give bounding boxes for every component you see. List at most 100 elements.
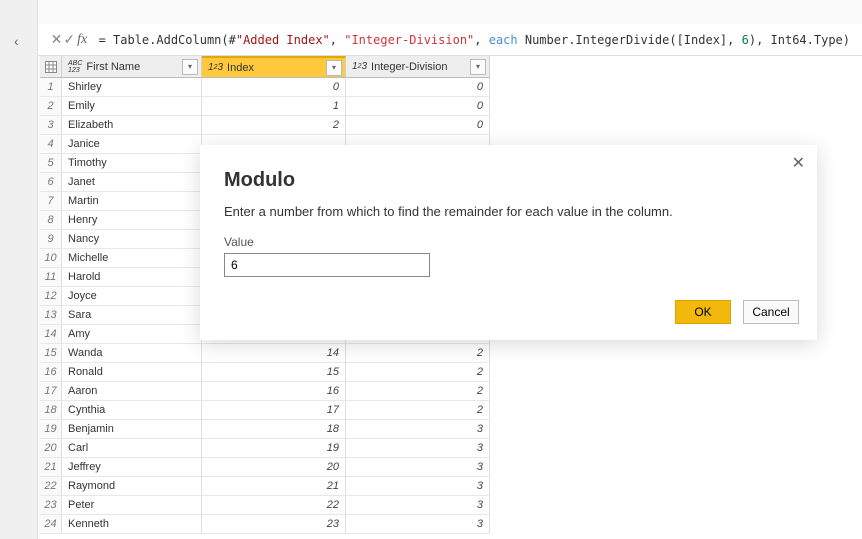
row-number: 22: [40, 477, 62, 496]
cell-first-name[interactable]: Benjamin: [62, 420, 202, 439]
value-label: Value: [224, 235, 793, 249]
cell-intdiv[interactable]: 3: [346, 477, 490, 496]
cell-first-name[interactable]: Kenneth: [62, 515, 202, 534]
cell-first-name[interactable]: Cynthia: [62, 401, 202, 420]
cell-first-name[interactable]: Amy: [62, 325, 202, 344]
cell-first-name[interactable]: Elizabeth: [62, 116, 202, 135]
formula-accept-icon[interactable]: ✓: [63, 31, 76, 48]
table-row[interactable]: 24Kenneth233: [40, 515, 862, 534]
header-index-label: Index: [227, 62, 326, 74]
cancel-button[interactable]: Cancel: [743, 300, 799, 324]
table-row[interactable]: 19Benjamin183: [40, 420, 862, 439]
cell-first-name[interactable]: Nancy: [62, 230, 202, 249]
cell-first-name[interactable]: Aaron: [62, 382, 202, 401]
row-number: 8: [40, 211, 62, 230]
formula-text[interactable]: = Table.AddColumn(#"Added Index", "Integ…: [89, 33, 850, 47]
cell-first-name[interactable]: Wanda: [62, 344, 202, 363]
cell-first-name[interactable]: Janet: [62, 173, 202, 192]
cell-first-name[interactable]: Sara: [62, 306, 202, 325]
cell-first-name[interactable]: Henry: [62, 211, 202, 230]
cell-first-name[interactable]: Joyce: [62, 287, 202, 306]
cell-intdiv[interactable]: 0: [346, 97, 490, 116]
back-chevron-icon[interactable]: ‹: [14, 33, 19, 49]
row-number: 11: [40, 268, 62, 287]
header-intdiv-dropdown[interactable]: ▾: [470, 59, 486, 75]
cell-index[interactable]: 23: [202, 515, 346, 534]
cell-index[interactable]: 15: [202, 363, 346, 382]
cell-first-name[interactable]: Timothy: [62, 154, 202, 173]
cell-first-name[interactable]: Jeffrey: [62, 458, 202, 477]
formula-eq: =: [99, 33, 113, 47]
table-icon-cell[interactable]: [40, 56, 62, 78]
fx-icon[interactable]: fx: [76, 32, 89, 48]
cell-index[interactable]: 21: [202, 477, 346, 496]
header-row: ABC123 First Name ▾ 123 Index ▾ 123 Inte…: [40, 56, 862, 78]
cell-index[interactable]: 20: [202, 458, 346, 477]
table-row[interactable]: 17Aaron162: [40, 382, 862, 401]
cell-index[interactable]: 14: [202, 344, 346, 363]
formula-bar: ✕ ✓ fx = Table.AddColumn(#"Added Index",…: [38, 24, 862, 56]
cell-intdiv[interactable]: 3: [346, 496, 490, 515]
header-index[interactable]: 123 Index ▾: [202, 56, 346, 78]
header-first-name-label: First Name: [86, 61, 182, 73]
cell-index[interactable]: 22: [202, 496, 346, 515]
cell-first-name[interactable]: Peter: [62, 496, 202, 515]
formula-paren2: ([Index],: [669, 33, 741, 47]
row-number: 20: [40, 439, 62, 458]
table-row[interactable]: 22Raymond213: [40, 477, 862, 496]
table-row[interactable]: 23Peter223: [40, 496, 862, 515]
cell-intdiv[interactable]: 3: [346, 515, 490, 534]
table-row[interactable]: 20Carl193: [40, 439, 862, 458]
table-row[interactable]: 15Wanda142: [40, 344, 862, 363]
table-row[interactable]: 3Elizabeth20: [40, 116, 862, 135]
cell-first-name[interactable]: Harold: [62, 268, 202, 287]
cell-intdiv[interactable]: 2: [346, 401, 490, 420]
cell-first-name[interactable]: Martin: [62, 192, 202, 211]
row-number: 13: [40, 306, 62, 325]
cell-first-name[interactable]: Michelle: [62, 249, 202, 268]
header-intdiv[interactable]: 123 Integer-Division ▾: [346, 56, 490, 78]
cell-intdiv[interactable]: 0: [346, 116, 490, 135]
cell-intdiv[interactable]: 2: [346, 363, 490, 382]
row-number: 19: [40, 420, 62, 439]
cell-first-name[interactable]: Carl: [62, 439, 202, 458]
cell-intdiv[interactable]: 3: [346, 439, 490, 458]
cell-index[interactable]: 16: [202, 382, 346, 401]
row-number: 16: [40, 363, 62, 382]
table-row[interactable]: 1Shirley00: [40, 78, 862, 97]
cell-intdiv[interactable]: 2: [346, 382, 490, 401]
cell-index[interactable]: 17: [202, 401, 346, 420]
cell-intdiv[interactable]: 0: [346, 78, 490, 97]
ok-button[interactable]: OK: [675, 300, 731, 324]
cell-index[interactable]: 1: [202, 97, 346, 116]
table-row[interactable]: 21Jeffrey203: [40, 458, 862, 477]
formula-fn2: Number.IntegerDivide: [525, 33, 670, 47]
table-row[interactable]: 2Emily10: [40, 97, 862, 116]
header-first-name[interactable]: ABC123 First Name ▾: [62, 56, 202, 78]
cell-intdiv[interactable]: 3: [346, 420, 490, 439]
formula-num: 6: [742, 33, 749, 47]
cell-index[interactable]: 19: [202, 439, 346, 458]
formula-comma: ,: [330, 33, 344, 47]
cell-index[interactable]: 2: [202, 116, 346, 135]
formula-cancel-icon[interactable]: ✕: [50, 31, 63, 48]
cell-index[interactable]: 18: [202, 420, 346, 439]
cell-intdiv[interactable]: 2: [346, 344, 490, 363]
row-number: 6: [40, 173, 62, 192]
cell-first-name[interactable]: Ronald: [62, 363, 202, 382]
cell-first-name[interactable]: Raymond: [62, 477, 202, 496]
cell-first-name[interactable]: Emily: [62, 97, 202, 116]
row-number: 15: [40, 344, 62, 363]
table-row[interactable]: 18Cynthia172: [40, 401, 862, 420]
value-input[interactable]: [224, 253, 430, 277]
row-number: 17: [40, 382, 62, 401]
table-row[interactable]: 16Ronald152: [40, 363, 862, 382]
header-first-name-dropdown[interactable]: ▾: [182, 59, 198, 75]
cell-first-name[interactable]: Janice: [62, 135, 202, 154]
cell-first-name[interactable]: Shirley: [62, 78, 202, 97]
close-icon[interactable]: ✕: [792, 153, 805, 173]
cell-intdiv[interactable]: 3: [346, 458, 490, 477]
left-gutter: ‹: [0, 0, 38, 539]
header-index-dropdown[interactable]: ▾: [326, 60, 342, 76]
cell-index[interactable]: 0: [202, 78, 346, 97]
